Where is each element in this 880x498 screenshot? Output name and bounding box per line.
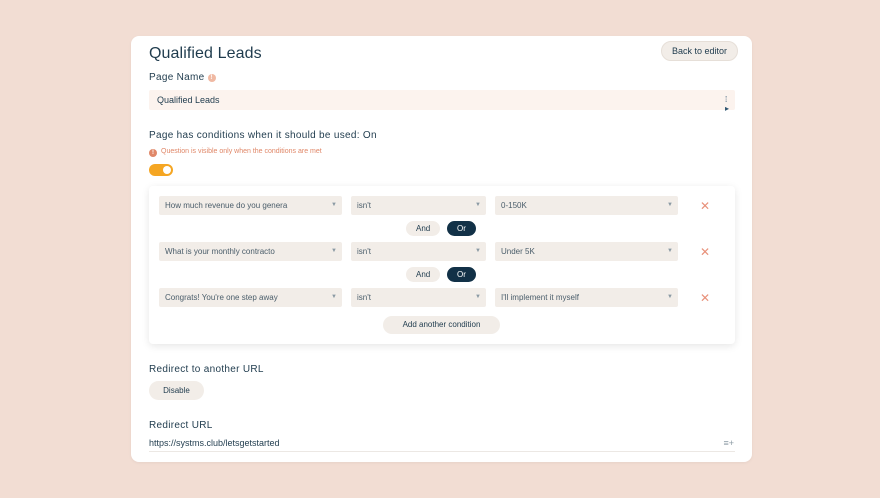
url-underline [149,451,735,452]
page-settings-card: Qualified Leads Back to editor Page Name… [131,36,752,462]
condition-operator-select[interactable]: isn't ▼ [351,242,486,261]
condition-operator-select[interactable]: isn't ▼ [351,196,486,215]
page-name-label-text: Page Name [149,72,205,83]
chevron-down-icon: ▼ [667,202,673,208]
condition-question-value: How much revenue do you genera [165,201,288,210]
disable-redirect-button[interactable]: Disable [149,381,204,400]
condition-operator-value: isn't [357,293,371,302]
condition-question-select[interactable]: How much revenue do you genera ▼ [159,196,342,215]
and-button[interactable]: And [406,221,441,236]
remove-condition-icon[interactable]: ✕ [700,246,710,258]
conditions-toggle[interactable] [149,164,173,176]
condition-question-value: What is your monthly contracto [165,247,275,256]
back-to-editor-button[interactable]: Back to editor [660,41,738,61]
chevron-down-icon: ▼ [331,202,337,208]
insert-variable-icon[interactable]: ≡+ [723,438,734,448]
chevron-down-icon: ▼ [667,294,673,300]
condition-question-select[interactable]: What is your monthly contracto ▼ [159,242,342,261]
chevron-down-icon: ▼ [475,294,481,300]
condition-question-select[interactable]: Congrats! You're one step away ▼ [159,288,342,307]
variable-icon[interactable]: ⁞▸ [725,95,731,113]
info-icon: ! [207,74,216,82]
page-name-label: Page Name! [149,72,216,83]
condition-operator-value: isn't [357,201,371,210]
chevron-down-icon: ▼ [667,248,673,254]
condition-value-select[interactable]: I'll implement it myself ▼ [495,288,678,307]
chevron-down-icon: ▼ [331,294,337,300]
conditions-panel: How much revenue do you genera ▼ isn't ▼ 0… [149,186,735,344]
warning-icon: ! [149,149,157,157]
condition-value-value: Under 5K [501,247,535,256]
page-title: Qualified Leads [149,45,262,62]
conditions-heading: Page has conditions when it should be us… [149,130,377,141]
condition-operator-value: isn't [357,247,371,256]
remove-condition-icon[interactable]: ✕ [700,200,710,212]
conditions-warning: ! Question is visible only when the condi… [149,148,322,157]
or-button[interactable]: Or [447,221,476,236]
page-name-value: Qualified Leads [157,95,220,105]
and-button[interactable]: And [406,267,441,282]
page-name-input[interactable]: Qualified Leads ⁞▸ [149,90,735,113]
condition-question-value: Congrats! You're one step away [165,293,278,302]
chevron-down-icon: ▼ [475,202,481,208]
or-button[interactable]: Or [447,267,476,282]
redirect-url-input[interactable]: https://systms.club/letsgetstarted [149,438,280,448]
condition-value-select[interactable]: Under 5K ▼ [495,242,678,261]
condition-value-value: 0-150K [501,201,527,210]
redirect-label: Redirect to another URL [149,364,264,375]
condition-value-value: I'll implement it myself [501,293,579,302]
chevron-down-icon: ▼ [475,248,481,254]
chevron-down-icon: ▼ [331,248,337,254]
condition-operator-select[interactable]: isn't ▼ [351,288,486,307]
redirect-url-label: Redirect URL [149,420,213,431]
add-condition-button[interactable]: Add another condition [383,316,500,334]
toggle-knob [163,166,171,174]
condition-value-select[interactable]: 0-150K ▼ [495,196,678,215]
remove-condition-icon[interactable]: ✕ [700,292,710,304]
conditions-warning-text: Question is visible only when the condit… [161,148,322,155]
